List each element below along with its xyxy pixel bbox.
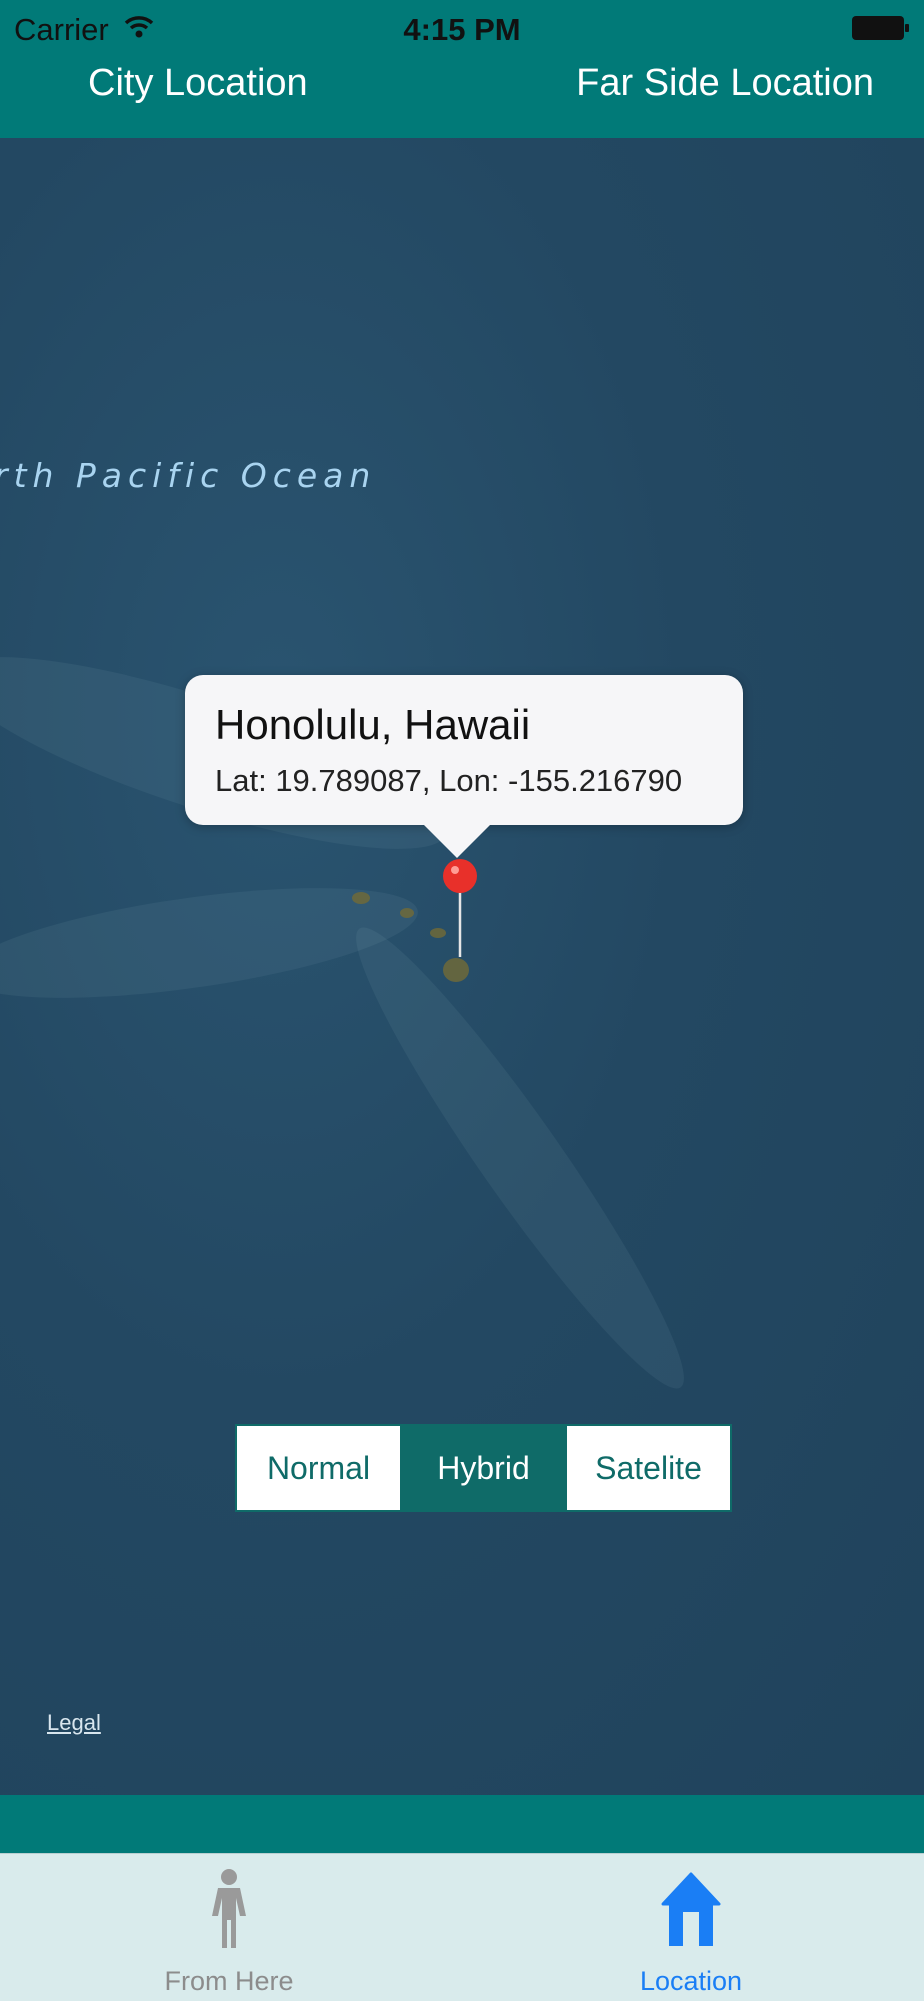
- ocean-label: rth Pacific Ocean: [0, 456, 377, 495]
- island: [443, 958, 469, 982]
- bottom-toolbar: [0, 1795, 924, 1853]
- tab-from-here[interactable]: From Here: [119, 1854, 339, 2001]
- segment-hybrid[interactable]: Hybrid: [402, 1426, 567, 1510]
- far-side-location-button[interactable]: Far Side Location: [576, 62, 874, 105]
- home-icon: [661, 1872, 721, 1946]
- tab-bar: From Here Location: [0, 1853, 924, 2001]
- person-icon: [212, 1869, 246, 1948]
- island: [400, 908, 414, 918]
- location-callout[interactable]: Honolulu, Hawaii Lat: 19.789087, Lon: -1…: [185, 675, 743, 825]
- map-view[interactable]: rth Pacific Ocean Honolulu, Hawaii Lat: …: [0, 138, 924, 1795]
- segment-normal[interactable]: Normal: [237, 1426, 402, 1510]
- map-pin-icon[interactable]: [443, 859, 477, 959]
- callout-title: Honolulu, Hawaii: [215, 701, 531, 748]
- status-bar: Carrier 4:15 PM: [0, 0, 924, 62]
- battery-icon: [852, 16, 909, 40]
- legal-link[interactable]: Legal: [47, 1710, 101, 1736]
- tab-label: From Here: [164, 1966, 294, 1996]
- tab-label: Location: [639, 1966, 743, 1996]
- tab-location[interactable]: Location: [581, 1854, 801, 2001]
- segment-satelite[interactable]: Satelite: [567, 1426, 730, 1510]
- clock: 4:15 PM: [403, 12, 521, 47]
- callout-coordinates: Lat: 19.789087, Lon: -155.216790: [215, 763, 683, 798]
- city-location-button[interactable]: City Location: [88, 62, 308, 105]
- map-type-segmented-control[interactable]: Normal Hybrid Satelite: [235, 1424, 732, 1512]
- callout-pointer: [421, 822, 493, 858]
- top-bar: Carrier 4:15 PM City Location Far Side L…: [0, 0, 924, 138]
- map-texture: [326, 905, 714, 1411]
- island: [352, 892, 370, 904]
